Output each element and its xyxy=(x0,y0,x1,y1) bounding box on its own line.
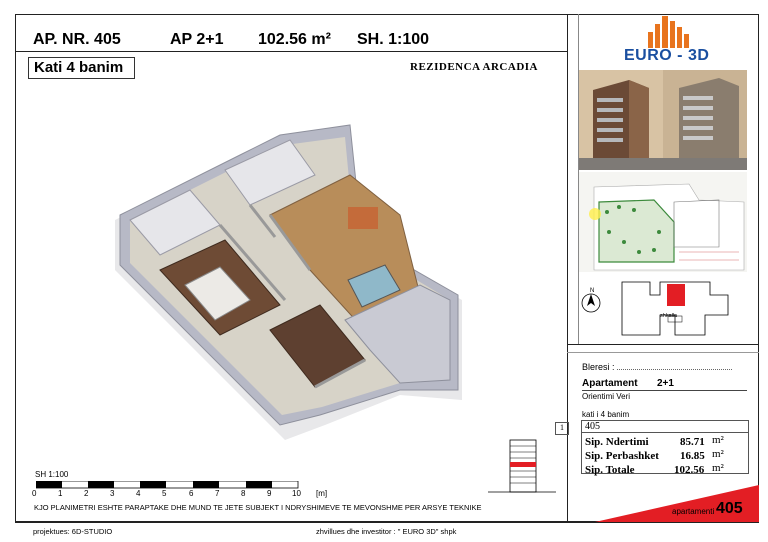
scale-tick: 6 xyxy=(189,489,194,498)
details-top-line-2 xyxy=(567,352,759,353)
buyer-field: Bleresi : xyxy=(582,362,742,372)
section-number: 1 xyxy=(555,422,569,435)
apartment-label: Apartament xyxy=(582,378,638,389)
apt-scale: SH. 1:100 xyxy=(357,31,430,48)
position-label: shkalla xyxy=(660,313,678,319)
scale-tick: [m] xyxy=(316,489,328,498)
company-logo-icon xyxy=(648,16,689,48)
details-top-line xyxy=(567,344,759,345)
badge-number: 405 xyxy=(716,500,743,517)
spec-label-perbashket: Sip. Perbashket xyxy=(585,450,659,462)
spec-value-perbashket: 16.85 xyxy=(680,450,705,462)
scale-title: SH 1:100 xyxy=(35,470,69,479)
buyer-label: Bleresi : xyxy=(582,362,615,372)
designer-credit: projektues: 6D-STUDIO xyxy=(33,527,113,536)
project-name: REZIDENCA ARCADIA xyxy=(410,61,538,73)
spec-label-totale: Sip. Totale xyxy=(585,464,635,476)
floor-key-plan xyxy=(621,281,729,336)
floor-detail: kati i 4 banim xyxy=(582,410,630,419)
apartment-type: 2+1 xyxy=(657,378,674,389)
apartment-underline xyxy=(582,390,747,391)
scale-tick: 8 xyxy=(241,489,246,498)
north-label: N xyxy=(590,288,595,294)
floor-label: Kati 4 banim xyxy=(28,57,135,79)
apt-type: AP 2+1 xyxy=(170,31,224,48)
scale-tick: 3 xyxy=(110,489,115,498)
logo-text: EURO - 3D xyxy=(624,47,710,64)
orientation: Orientimi Veri xyxy=(582,392,631,401)
scale-tick: 4 xyxy=(136,489,141,498)
apt-area: 102.56 m² xyxy=(258,31,331,48)
scale-tick: 2 xyxy=(84,489,89,498)
developer-credit: zhvillues dhe investitor : " EURO 3D" sh… xyxy=(316,527,457,536)
spec-value-ndertimi: 85.71 xyxy=(680,436,705,448)
apt-number: AP. NR. 405 xyxy=(33,31,121,48)
footer-divider xyxy=(15,522,759,523)
sidebar-divider xyxy=(567,14,568,522)
floorplan-3d-image xyxy=(115,124,462,440)
badge-label: apartamenti xyxy=(672,507,715,516)
disclaimer: KJO PLANIMETRI ESHTE PARAPTAKE DHE MUND … xyxy=(34,503,482,512)
scale-ticks: 0 1 2 3 4 5 6 7 8 9 10 [m] xyxy=(32,489,332,499)
scale-tick: 5 xyxy=(162,489,167,498)
building-render-image xyxy=(579,70,747,170)
scale-tick: 10 xyxy=(292,489,301,498)
header-divider xyxy=(15,51,567,52)
specs-divider xyxy=(581,432,749,433)
spec-unit: m² xyxy=(712,448,724,460)
scale-tick: 1 xyxy=(58,489,63,498)
spec-label-ndertimi: Sip. Ndertimi xyxy=(585,436,649,448)
scale-bar xyxy=(36,481,299,489)
spec-unit: m² xyxy=(712,462,724,474)
buyer-line xyxy=(617,362,733,370)
building-section-diagram xyxy=(488,439,556,493)
scale-tick: 0 xyxy=(32,489,37,498)
unit-number: 405 xyxy=(585,421,600,432)
scale-tick: 7 xyxy=(215,489,220,498)
site-plan-image xyxy=(579,172,747,272)
spec-unit: m² xyxy=(712,434,724,446)
north-arrow-icon xyxy=(581,293,601,313)
scale-tick: 9 xyxy=(267,489,272,498)
spec-value-totale: 102.56 xyxy=(674,464,705,476)
